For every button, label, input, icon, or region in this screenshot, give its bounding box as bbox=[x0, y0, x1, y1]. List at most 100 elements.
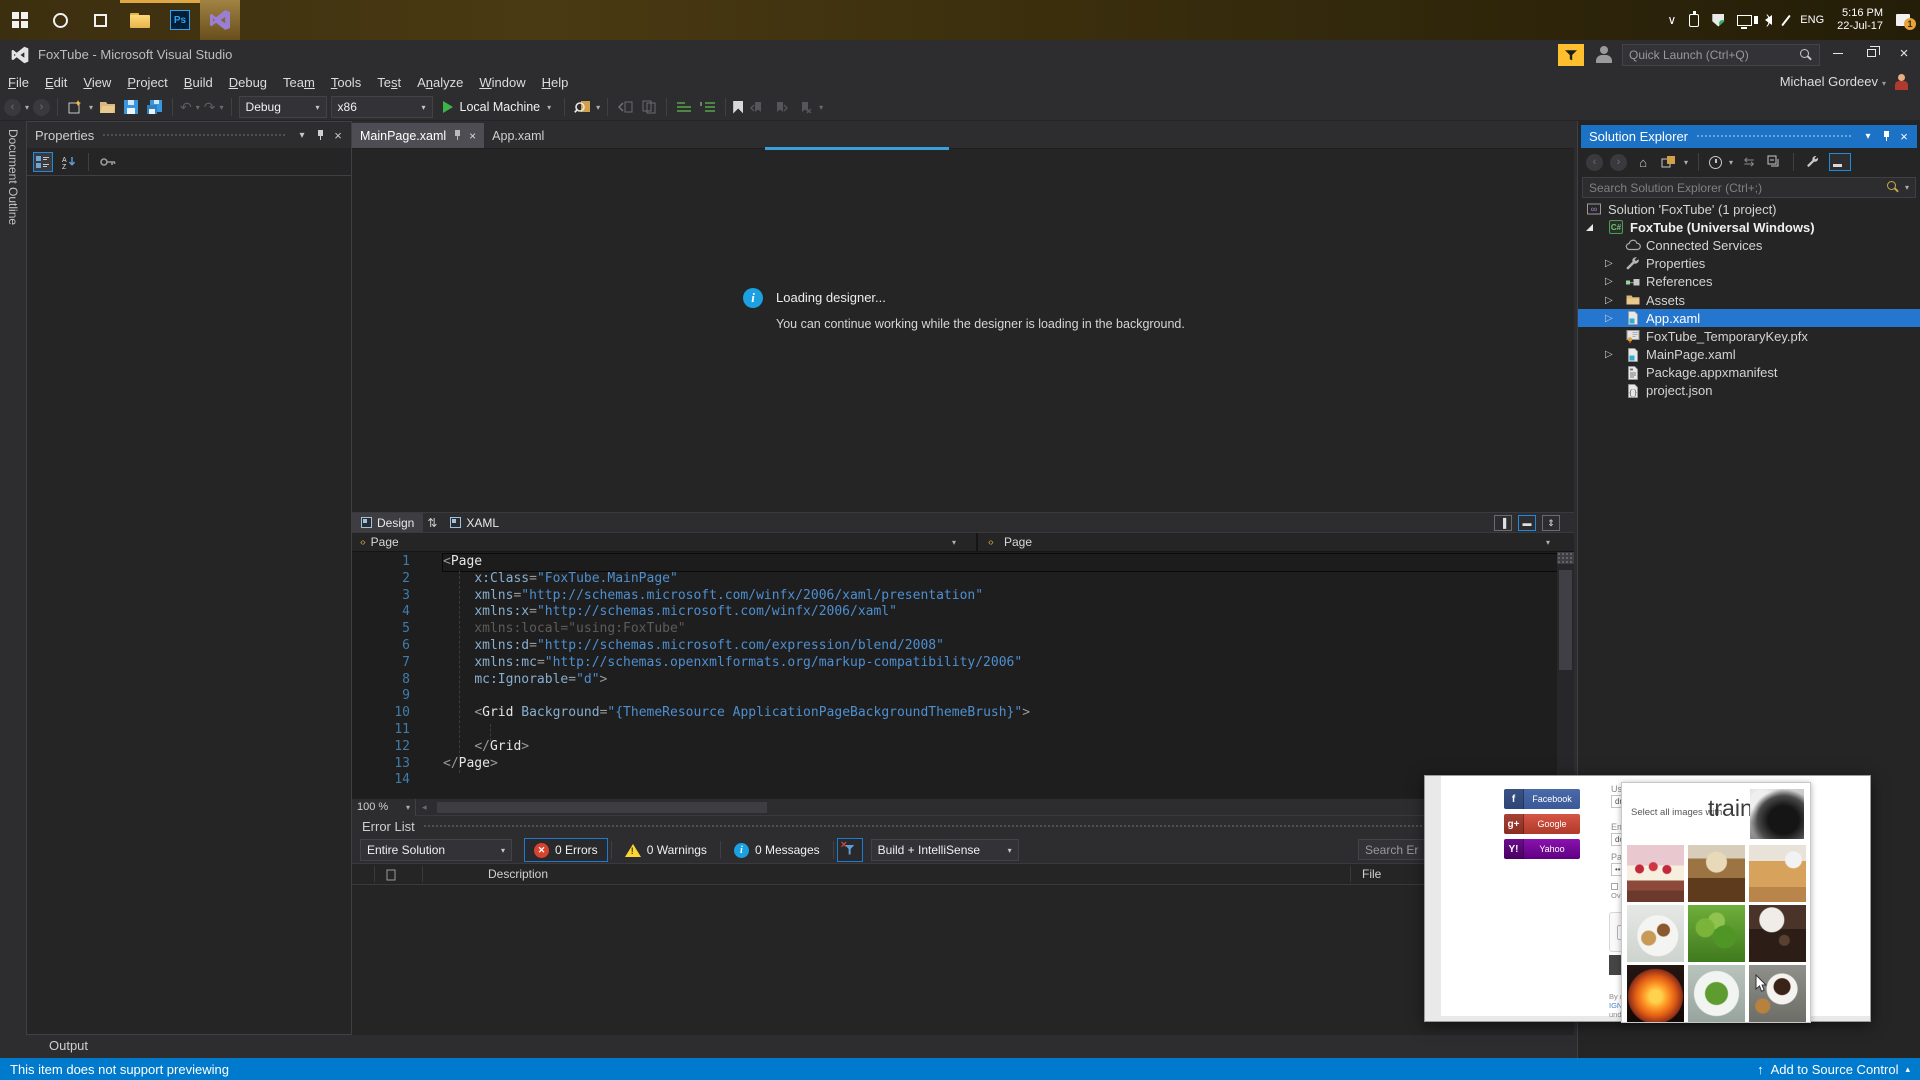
new-project-dropdown[interactable]: ▾ bbox=[89, 103, 93, 112]
error-list-header[interactable]: Error List bbox=[352, 815, 1574, 837]
tree-item-properties[interactable]: ▷ Properties bbox=[1578, 255, 1920, 273]
file-column-header[interactable]: File bbox=[1362, 867, 1381, 881]
collapse-pane-button[interactable]: ⇕ bbox=[1542, 515, 1560, 531]
menu-test[interactable]: Test bbox=[369, 72, 409, 93]
collapsed-arrow-icon[interactable]: ▷ bbox=[1605, 258, 1617, 269]
social-login-google[interactable]: g+ Google bbox=[1504, 814, 1580, 834]
switch-views-button[interactable] bbox=[1659, 153, 1677, 171]
platform-dropdown[interactable]: x86 ▾ bbox=[330, 96, 433, 118]
properties-wrench-button[interactable] bbox=[1804, 153, 1822, 171]
quick-launch-input[interactable]: Quick Launch (Ctrl+Q) bbox=[1622, 44, 1820, 66]
code-line-2[interactable]: 2 x:Class="FoxTube.MainPage" bbox=[352, 571, 1574, 588]
tray-chevron-icon[interactable]: ∨ bbox=[1668, 13, 1677, 27]
collapsed-arrow-icon[interactable]: ▷ bbox=[1605, 295, 1617, 306]
property-pages-key-button[interactable] bbox=[98, 152, 118, 172]
cortana-button[interactable] bbox=[40, 0, 80, 40]
minimize-button[interactable] bbox=[1822, 40, 1854, 66]
preview-selected-items-button[interactable] bbox=[1829, 153, 1852, 171]
alphabetical-sort-button[interactable]: AZ bbox=[59, 152, 79, 172]
properties-header[interactable]: Properties ▾ × bbox=[27, 122, 351, 148]
code-line-6[interactable]: 6 xmlns:d="http://schemas.microsoft.com/… bbox=[352, 638, 1574, 655]
navigate-forward-button[interactable]: › bbox=[33, 98, 51, 116]
menu-team[interactable]: Team bbox=[275, 72, 323, 93]
tree-item-connected-services[interactable]: Connected Services bbox=[1578, 236, 1920, 254]
newsletter-checkbox[interactable] bbox=[1611, 883, 1618, 890]
code-line-5[interactable]: 5 xmlns:local="using:FoxTube" bbox=[352, 621, 1574, 638]
expanded-arrow-icon[interactable] bbox=[1586, 223, 1593, 231]
menu-tools[interactable]: Tools bbox=[323, 72, 369, 93]
solution-explorer-header[interactable]: Solution Explorer ▾ × bbox=[1581, 125, 1917, 148]
captcha-image-breakfast[interactable] bbox=[1627, 905, 1684, 962]
split-grip[interactable] bbox=[1557, 552, 1574, 564]
tree-item-references[interactable]: ▷ References bbox=[1578, 273, 1920, 291]
scope-dropdown[interactable]: Entire Solution ▾ bbox=[360, 839, 512, 861]
forward-button[interactable]: › bbox=[1610, 153, 1627, 171]
tab-mainpage-xaml[interactable]: MainPage.xaml × bbox=[352, 123, 485, 148]
sync-with-active-document-button[interactable]: ⇆ bbox=[1740, 153, 1758, 171]
pin-icon[interactable] bbox=[453, 130, 462, 141]
uncomment-lines-button[interactable] bbox=[698, 97, 718, 117]
code-line-7[interactable]: 7 xmlns:mc="http://schemas.openxmlformat… bbox=[352, 655, 1574, 672]
social-login-facebook[interactable]: f Facebook bbox=[1504, 789, 1580, 809]
pending-changes-dropdown[interactable]: ▾ bbox=[1729, 158, 1733, 167]
visual-studio-taskbar-button[interactable] bbox=[200, 0, 240, 40]
security-shield-icon[interactable] bbox=[1712, 13, 1725, 27]
filter-mode-dropdown[interactable]: Build + IntelliSense ▾ bbox=[870, 839, 1019, 861]
warnings-toggle-button[interactable]: 0 Warnings bbox=[615, 838, 717, 862]
bookmark-dropdown[interactable]: ▾ bbox=[819, 103, 823, 112]
menu-build[interactable]: Build bbox=[176, 72, 221, 93]
feedback-button[interactable] bbox=[1558, 44, 1584, 66]
social-login-yahoo[interactable]: Y! Yahoo bbox=[1504, 839, 1580, 859]
close-icon[interactable]: × bbox=[1895, 129, 1913, 144]
collapsed-arrow-icon[interactable]: ▷ bbox=[1605, 313, 1617, 324]
captcha-image-beans[interactable] bbox=[1749, 905, 1806, 962]
navigate-backward-code-button[interactable] bbox=[615, 97, 635, 117]
comment-lines-button[interactable] bbox=[674, 97, 694, 117]
menu-file[interactable]: File bbox=[0, 72, 37, 93]
xaml-view-tab[interactable]: XAML bbox=[441, 513, 508, 533]
captcha-image-cake[interactable] bbox=[1627, 845, 1684, 902]
new-project-button[interactable] bbox=[65, 97, 85, 117]
menu-edit[interactable]: Edit bbox=[37, 72, 75, 93]
search-options-dropdown[interactable]: ▾ bbox=[1905, 183, 1909, 192]
home-button[interactable]: ⌂ bbox=[1634, 153, 1652, 171]
pen-icon[interactable] bbox=[1781, 14, 1792, 26]
severity-column-icon[interactable] bbox=[386, 869, 396, 881]
copy-code-button[interactable] bbox=[639, 97, 659, 117]
code-line-3[interactable]: 3 xmlns="http://schemas.microsoft.com/wi… bbox=[352, 588, 1574, 605]
window-position-dropdown[interactable]: ▾ bbox=[293, 130, 311, 141]
task-view-button[interactable] bbox=[80, 0, 120, 40]
breadcrumb-element-right[interactable]: Page bbox=[1004, 535, 1032, 549]
file-explorer-button[interactable] bbox=[120, 0, 160, 40]
xaml-code-editor[interactable]: 1 <Page 2 x:Class="FoxTube.MainPage" 3 xmln… bbox=[352, 552, 1574, 798]
captcha-image-fire[interactable] bbox=[1627, 965, 1684, 1022]
navigate-back-dropdown[interactable]: ▾ bbox=[25, 103, 29, 112]
menu-help[interactable]: Help bbox=[534, 72, 577, 93]
design-view-tab[interactable]: Design bbox=[352, 512, 424, 533]
menu-project[interactable]: Project bbox=[119, 72, 175, 93]
solution-explorer-search-input[interactable]: Search Solution Explorer (Ctrl+;) ▾ bbox=[1582, 177, 1916, 198]
usb-icon[interactable] bbox=[1689, 10, 1700, 27]
tree-item-mainpage-xaml[interactable]: ▷ MainPage.xaml bbox=[1578, 346, 1920, 364]
error-list-body[interactable] bbox=[352, 885, 1574, 1035]
previous-bookmark-button[interactable] bbox=[747, 97, 767, 117]
code-line-14[interactable]: 14 bbox=[352, 772, 1574, 789]
code-line-1[interactable]: 1 <Page bbox=[352, 553, 1574, 572]
volume-icon[interactable] bbox=[1754, 12, 1773, 27]
close-icon[interactable]: × bbox=[329, 128, 347, 143]
redo-button[interactable]: ↷ bbox=[204, 99, 216, 116]
configuration-dropdown[interactable]: Debug ▾ bbox=[238, 96, 327, 118]
save-all-button[interactable] bbox=[145, 97, 165, 117]
menu-window[interactable]: Window bbox=[471, 72, 533, 93]
captcha-image-dessert[interactable] bbox=[1688, 845, 1745, 902]
code-line-11[interactable]: 11 bbox=[352, 722, 1574, 739]
pin-icon[interactable] bbox=[1877, 131, 1895, 142]
breadcrumb-dropdown[interactable]: ▾ bbox=[952, 538, 956, 547]
breadcrumb-element-left[interactable]: Page bbox=[371, 535, 399, 549]
menu-debug[interactable]: Debug bbox=[221, 72, 275, 93]
captcha-image-pancakes[interactable] bbox=[1749, 845, 1806, 902]
add-to-source-control[interactable]: ↑ Add to Source Control ▴ bbox=[1757, 1062, 1910, 1077]
tree-item-foxtube-temporarykey-pfx[interactable]: FoxTube_TemporaryKey.pfx bbox=[1578, 327, 1920, 345]
tree-item-app-xaml[interactable]: ▷ App.xaml bbox=[1578, 309, 1920, 328]
undo-button[interactable]: ↶ bbox=[180, 99, 192, 116]
